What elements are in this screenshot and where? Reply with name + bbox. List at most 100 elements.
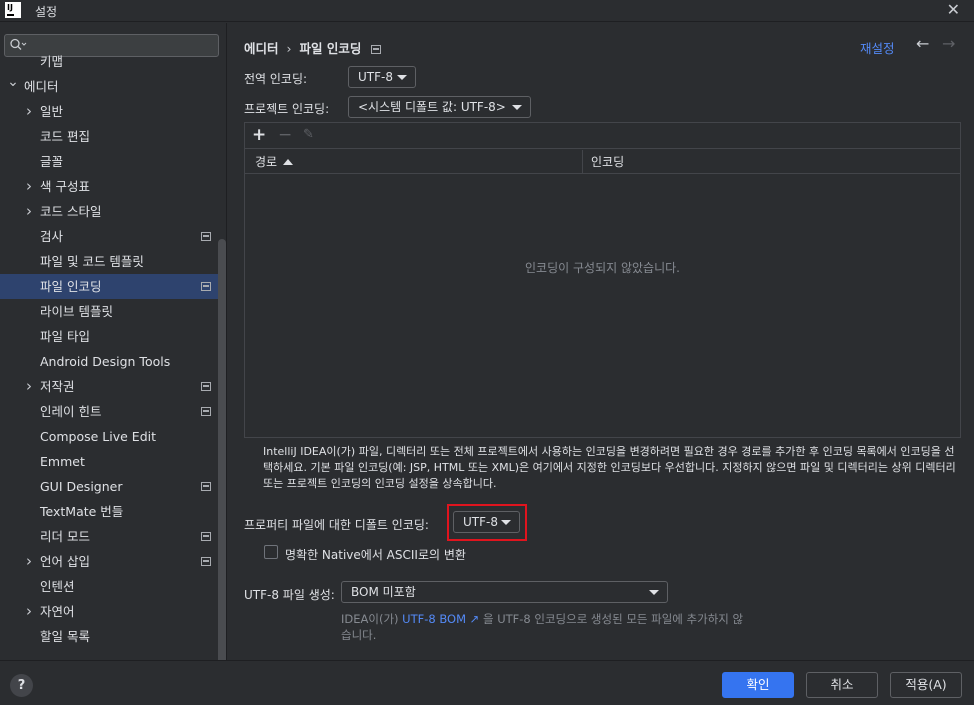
sidebar-item[interactable]: 라이브 템플릿 xyxy=(0,299,226,324)
column-header-path-label: 경로 xyxy=(255,155,278,169)
chevron-right-icon[interactable]: › xyxy=(23,599,35,624)
column-divider[interactable] xyxy=(582,150,583,174)
project-encoding-value: <시스템 디폴트 값: UTF-8> xyxy=(358,100,506,114)
project-encoding-label: 프로젝트 인코딩: xyxy=(244,102,330,116)
edit-pencil-icon[interactable]: ✎ xyxy=(303,127,314,142)
project-scope-icon xyxy=(201,482,211,491)
back-arrow-icon[interactable]: ← xyxy=(916,34,929,53)
column-header-encoding[interactable]: 인코딩 xyxy=(591,150,624,174)
sidebar-item[interactable]: Emmet xyxy=(0,449,226,474)
sidebar-item[interactable]: 검사 xyxy=(0,224,226,249)
sidebar-item[interactable]: ⌄ 에디터 xyxy=(0,74,226,99)
sidebar-item-label: 글꼴 xyxy=(40,154,64,169)
cancel-button[interactable]: 취소 xyxy=(806,672,878,698)
bom-note-prefix: IDEA이(가) xyxy=(341,612,403,626)
sidebar-item[interactable]: 인레이 힌트 xyxy=(0,399,226,424)
chevron-down-icon xyxy=(512,105,522,110)
chevron-down-icon[interactable]: ⌄ xyxy=(7,70,19,95)
sidebar-item[interactable]: › 자연어 xyxy=(0,599,226,624)
global-encoding-label: 전역 인코딩: xyxy=(244,72,308,86)
breadcrumb-current: 파일 인코딩 xyxy=(299,41,362,56)
project-encoding-select[interactable]: <시스템 디폴트 값: UTF-8> xyxy=(348,96,531,118)
sidebar-item-label: 에디터 xyxy=(24,79,59,94)
chevron-right-icon[interactable]: › xyxy=(23,174,35,199)
global-encoding-select[interactable]: UTF-8 xyxy=(348,66,416,88)
sidebar-item[interactable]: 파일 타입 xyxy=(0,324,226,349)
bom-note: IDEA이(가) UTF-8 BOM ↗ 을 UTF-8 인코딩으로 생성된 모… xyxy=(341,611,751,643)
sidebar-item[interactable]: › 일반 xyxy=(0,99,226,124)
project-scope-icon xyxy=(201,557,211,566)
sidebar-item-label: 검사 xyxy=(40,229,64,244)
add-icon[interactable]: + xyxy=(252,125,266,145)
breadcrumb: 에디터 › 파일 인코딩 xyxy=(244,38,382,57)
chevron-down-icon xyxy=(397,75,407,80)
project-scope-icon xyxy=(201,407,211,416)
sidebar-item[interactable]: › 언어 삽입 xyxy=(0,549,226,574)
project-scope-icon xyxy=(201,382,211,391)
table-toolbar: + − ✎ xyxy=(245,123,960,149)
sidebar-item-label: 일반 xyxy=(40,104,64,119)
sidebar-item-label: 파일 인코딩 xyxy=(40,279,102,294)
sidebar-item[interactable]: 파일 인코딩 xyxy=(0,274,226,299)
remove-icon[interactable]: − xyxy=(278,125,292,145)
chevron-right-icon[interactable]: › xyxy=(23,549,35,574)
sidebar-item[interactable]: 키맵 xyxy=(0,49,226,74)
sidebar-item-label: 자연어 xyxy=(40,604,75,619)
sidebar-item[interactable]: Compose Live Edit xyxy=(0,424,226,449)
sidebar-item-label: 키맵 xyxy=(40,54,64,69)
sidebar-item[interactable]: 글꼴 xyxy=(0,149,226,174)
sidebar-item-label: Compose Live Edit xyxy=(40,429,157,444)
sidebar-item[interactable]: TextMate 번들 xyxy=(0,499,226,524)
project-scope-icon xyxy=(201,232,211,241)
sidebar-item-label: 리더 모드 xyxy=(40,529,90,544)
sidebar-item[interactable]: 인텐션 xyxy=(0,574,226,599)
bom-value: BOM 미포함 xyxy=(351,585,416,599)
sidebar-item[interactable]: 코드 편집 xyxy=(0,124,226,149)
sidebar-item[interactable]: 파일 및 코드 템플릿 xyxy=(0,249,226,274)
table-header: 경로 인코딩 xyxy=(245,150,960,174)
sidebar-item[interactable]: › 저작권 xyxy=(0,374,226,399)
window-title: 설정 xyxy=(35,5,58,19)
sidebar-item[interactable]: GUI Designer xyxy=(0,474,226,499)
path-encoding-table: + − ✎ 경로 인코딩 인코딩이 구성되지 않았습니다. xyxy=(244,122,961,438)
properties-encoding-label: 프로퍼티 파일에 대한 디폴트 인코딩: xyxy=(244,518,429,532)
chevron-down-icon xyxy=(649,590,659,595)
ok-button[interactable]: 확인 xyxy=(722,672,794,698)
chevron-right-icon[interactable]: › xyxy=(23,99,35,124)
intellij-app-icon: IJ xyxy=(5,2,21,18)
chevron-right-icon[interactable]: › xyxy=(23,199,35,224)
project-scope-icon xyxy=(371,45,382,54)
sidebar-item-label: 파일 및 코드 템플릿 xyxy=(40,254,144,269)
sort-ascending-icon xyxy=(283,159,294,165)
sidebar-item-label: 라이브 템플릿 xyxy=(40,304,113,319)
sidebar-item-label: 파일 타입 xyxy=(40,329,90,344)
help-icon[interactable]: ? xyxy=(10,674,33,697)
chevron-right-icon[interactable]: › xyxy=(23,374,35,399)
sidebar-item-label: 코드 스타일 xyxy=(40,204,102,219)
sidebar-item[interactable]: 할일 목록 xyxy=(0,624,226,649)
native-to-ascii-label[interactable]: 명확한 Native에서 ASCII로의 변환 xyxy=(285,546,466,563)
sidebar-item-label: 코드 편집 xyxy=(40,129,90,144)
native-to-ascii-checkbox[interactable] xyxy=(264,545,278,559)
sidebar-item[interactable]: › 색 구성표 xyxy=(0,174,226,199)
project-scope-icon xyxy=(201,282,211,291)
sidebar-item-label: 언어 삽입 xyxy=(40,554,90,569)
breadcrumb-parent[interactable]: 에디터 xyxy=(244,41,279,56)
sidebar-scrollbar[interactable] xyxy=(218,239,226,660)
settings-sidebar: 키맵 ⌄ 에디터 › 일반 코드 편집 글꼴 › 색 구성표 › 코드 스타일 검사 파일 및 코드 템… xyxy=(0,23,227,660)
sidebar-item[interactable]: › 코드 스타일 xyxy=(0,199,226,224)
utf8-bom-link[interactable]: UTF-8 BOM ↗ xyxy=(402,612,479,626)
reset-link[interactable]: 재설정 xyxy=(860,38,895,57)
sidebar-item-label: Emmet xyxy=(40,454,85,469)
bom-select[interactable]: BOM 미포함 xyxy=(341,581,668,603)
sidebar-item[interactable]: 리더 모드 xyxy=(0,524,226,549)
sidebar-item[interactable]: Android Design Tools xyxy=(0,349,226,374)
dialog-footer: ? 확인 취소 적용(A) xyxy=(0,660,974,705)
column-header-path[interactable]: 경로 xyxy=(255,150,294,174)
title-bar: IJ 설정 ✕ xyxy=(0,0,974,22)
settings-content: 에디터 › 파일 인코딩 재설정 ← → 전역 인코딩: UTF-8 프로젝트 인코… xyxy=(228,23,974,660)
forward-arrow-icon[interactable]: → xyxy=(942,34,955,53)
apply-button[interactable]: 적용(A) xyxy=(890,672,962,698)
bom-label: UTF-8 파일 생성: xyxy=(244,588,335,602)
close-window-icon[interactable]: ✕ xyxy=(947,1,960,19)
